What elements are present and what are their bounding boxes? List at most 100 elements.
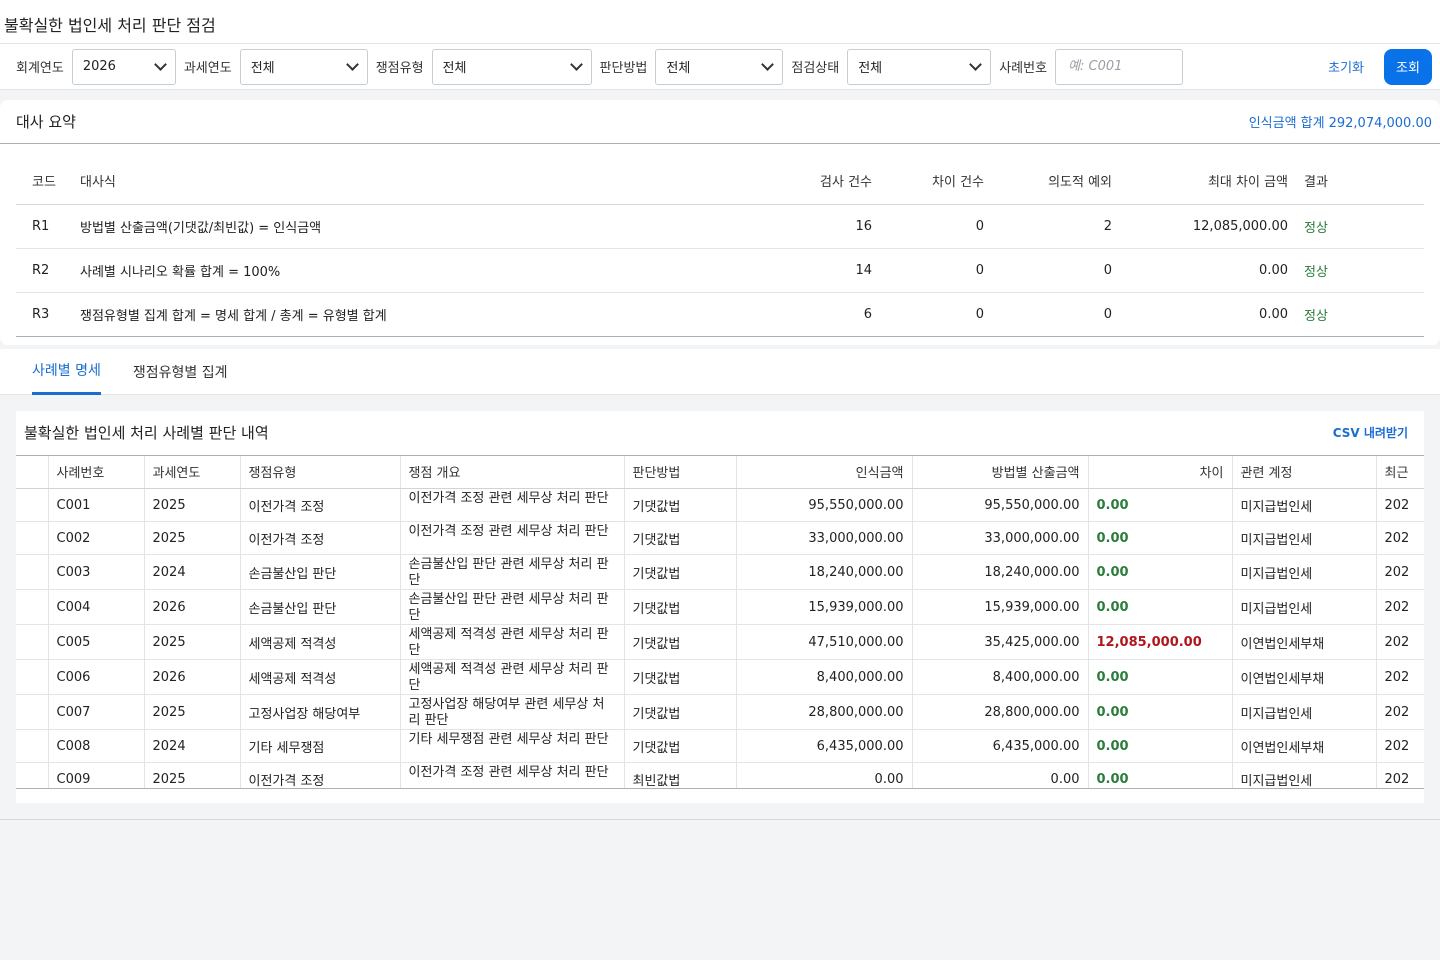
row-select-cell[interactable] (16, 762, 49, 788)
recent-cell: 202 (1376, 659, 1424, 695)
row-select-cell[interactable] (16, 589, 49, 625)
summary-checks: 16 (720, 204, 872, 249)
grid-header-row: 사례번호 과세연도 쟁점유형 쟁점 개요 판단방법 인식금액 방법별 산출금액 … (16, 455, 1424, 489)
table-row[interactable]: C009 2025 이전가격 조정 이전가격 조정 관련 세무상 처리 판단 최빈값법 0… (16, 762, 1424, 788)
summary-exceptions: 2 (984, 204, 1112, 249)
tab-issue-type-summary[interactable]: 쟁점유형별 집계 (133, 349, 228, 395)
method-label: 판단방법 (599, 61, 648, 76)
summary-diffs: 0 (872, 248, 984, 293)
row-select-cell[interactable] (16, 624, 49, 660)
recognized-cell: 8,400,000.00 (736, 659, 913, 695)
top-bar: 불확실한 법인세 처리 판단 점검 (0, 0, 1440, 44)
table-row[interactable]: C004 2026 손금불산입 판단 손금불산입 판단 관련 세무상 처리 판단 기댓값… (16, 589, 1424, 625)
recognized-cell: 33,000,000.00 (736, 521, 913, 555)
difference-cell: 0.00 (1088, 694, 1233, 730)
row-select-cell[interactable] (16, 659, 49, 695)
chevron-down-icon (969, 57, 983, 71)
table-row[interactable]: C002 2025 이전가격 조정 이전가격 조정 관련 세무상 처리 판단 기댓값법 3… (16, 521, 1424, 555)
recognized-total-label: 인식금액 합계 (1248, 116, 1325, 131)
tab-case-detail[interactable]: 사례별 명세 (32, 349, 101, 395)
tax-year-cell: 2025 (144, 762, 241, 788)
tax-year-cell: 2025 (144, 488, 241, 522)
tab-bar: 사례별 명세 쟁점유형별 집계 (0, 348, 1440, 395)
col-case-no[interactable]: 사례번호 (48, 455, 145, 489)
col-difference[interactable]: 차이 (1088, 455, 1233, 489)
recent-cell: 202 (1376, 521, 1424, 555)
chevron-down-icon (345, 57, 359, 71)
computed-cell: 0.00 (912, 762, 1089, 788)
footer-divider (0, 818, 1440, 820)
detail-title: 불확실한 법인세 처리 사례별 판단 내역 (24, 424, 269, 442)
recent-cell: 202 (1376, 729, 1424, 763)
case-no-cell: C007 (48, 694, 145, 730)
case-no-input[interactable] (1055, 48, 1184, 85)
issue-type-cell: 고정사업장 해당여부 (240, 694, 401, 730)
summary-row: R1 방법별 산출금액(기댓값/최빈값) = 인식금액 16 0 2 12,085,000… (16, 204, 1424, 249)
table-row[interactable]: C008 2024 기타 세무쟁점 기타 세무쟁점 관련 세무상 처리 판단 기댓값법 6… (16, 729, 1424, 763)
csv-download-button[interactable]: CSV 내려받기 (1333, 424, 1408, 441)
reset-button[interactable]: 초기화 (1328, 57, 1364, 76)
difference-cell: 0.00 (1088, 488, 1233, 522)
recognized-cell: 6,435,000.00 (736, 729, 913, 763)
col-code: 코드 (16, 158, 80, 205)
row-select-cell[interactable] (16, 729, 49, 763)
case-no-cell: C009 (48, 762, 145, 788)
method-cell: 기댓값법 (624, 488, 737, 522)
col-recognized[interactable]: 인식금액 (736, 455, 913, 489)
reconciliation-summary: 대사 요약 인식금액 합계 292,074,000.00 코드 대사식 검사 건수… (0, 100, 1440, 345)
row-select-cell[interactable] (16, 488, 49, 522)
table-row[interactable]: C005 2025 세액공제 적격성 세액공제 적격성 관련 세무상 처리 판단 기댓값… (16, 624, 1424, 660)
col-checks: 검사 건수 (720, 158, 872, 205)
account-cell: 미지급법인세 (1232, 694, 1377, 730)
issue-type-cell: 이전가격 조정 (240, 488, 401, 522)
summary-diffs: 0 (872, 204, 984, 249)
issue-type-cell: 손금불산입 판단 (240, 589, 401, 625)
summary-result: 정상 (1288, 292, 1424, 337)
summary-code: R2 (16, 248, 80, 293)
summary-code: R1 (16, 204, 80, 249)
status-select[interactable]: 전체 (847, 48, 992, 85)
method-cell: 기댓값법 (624, 624, 737, 660)
chevron-down-icon (569, 57, 583, 71)
fiscal-year-select[interactable]: 2026 (71, 48, 176, 85)
method-cell: 최빈값법 (624, 762, 737, 788)
method-cell: 기댓값법 (624, 659, 737, 695)
method-cell: 기댓값법 (624, 694, 737, 730)
issue-summary-cell: 손금불산입 판단 관련 세무상 처리 판단 (400, 554, 625, 590)
issue-type-select[interactable]: 전체 (431, 48, 592, 85)
col-method[interactable]: 판단방법 (624, 455, 737, 489)
case-no-cell: C005 (48, 624, 145, 660)
case-no-cell: C003 (48, 554, 145, 590)
row-select-cell[interactable] (16, 694, 49, 730)
table-row[interactable]: C001 2025 이전가격 조정 이전가격 조정 관련 세무상 처리 판단 기댓값법 9… (16, 488, 1424, 522)
difference-cell: 0.00 (1088, 729, 1233, 763)
tax-year-select[interactable]: 전체 (239, 48, 368, 85)
page-title: 불확실한 법인세 처리 판단 점검 (4, 16, 216, 35)
method-value: 전체 (666, 61, 691, 76)
tax-year-cell: 2024 (144, 729, 241, 763)
table-row[interactable]: C003 2024 손금불산입 판단 손금불산입 판단 관련 세무상 처리 판단 기댓값… (16, 554, 1424, 590)
table-row[interactable]: C007 2025 고정사업장 해당여부 고정사업장 해당여부 관련 세무상 처리 판… (16, 694, 1424, 730)
summary-exceptions: 0 (984, 248, 1112, 293)
issue-summary-cell: 이전가격 조정 관련 세무상 처리 판단 (400, 521, 625, 555)
row-select-cell[interactable] (16, 554, 49, 590)
issue-summary-cell: 세액공제 적격성 관련 세무상 처리 판단 (400, 624, 625, 660)
col-exceptions: 의도적 예외 (984, 158, 1112, 205)
account-cell: 이연법인세부채 (1232, 659, 1377, 695)
col-issue-summary[interactable]: 쟁점 개요 (400, 455, 625, 489)
col-account[interactable]: 관련 계정 (1232, 455, 1377, 489)
col-computed[interactable]: 방법별 산출금액 (912, 455, 1089, 489)
col-issue-type[interactable]: 쟁점유형 (240, 455, 401, 489)
computed-cell: 35,425,000.00 (912, 624, 1089, 660)
col-diffs: 차이 건수 (872, 158, 984, 205)
row-select-cell[interactable] (16, 521, 49, 555)
table-row[interactable]: C006 2026 세액공제 적격성 세액공제 적격성 관련 세무상 처리 판단 기댓값… (16, 659, 1424, 695)
search-button[interactable]: 조회 (1384, 48, 1432, 85)
col-result: 결과 (1288, 158, 1424, 205)
col-recent[interactable]: 최근 (1376, 455, 1424, 489)
col-tax-year[interactable]: 과세연도 (144, 455, 241, 489)
method-select[interactable]: 전체 (655, 48, 784, 85)
computed-cell: 28,800,000.00 (912, 694, 1089, 730)
account-cell: 이연법인세부채 (1232, 624, 1377, 660)
recent-cell: 202 (1376, 589, 1424, 625)
